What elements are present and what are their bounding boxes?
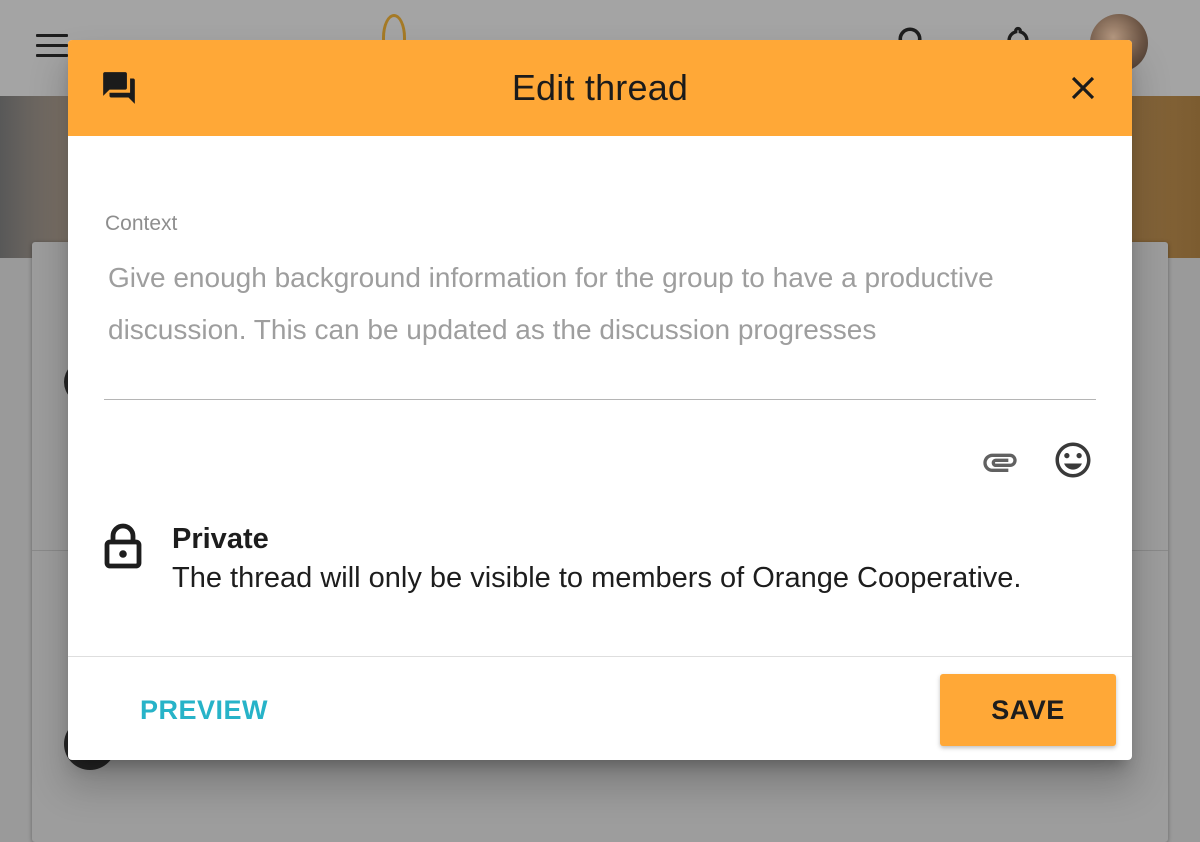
dialog-title: Edit thread	[511, 67, 689, 108]
context-label: Context	[105, 212, 178, 235]
preview-button[interactable]: PREVIEW	[130, 688, 278, 732]
context-input[interactable]	[104, 248, 1096, 400]
attachment-icon[interactable]	[980, 442, 1020, 482]
dialog-header: Edit thread	[68, 40, 1132, 136]
privacy-description: The thread will only be visible to membe…	[172, 562, 1022, 594]
save-button[interactable]: SAVE	[940, 674, 1116, 746]
edit-thread-dialog: Edit thread Context Private The thread w…	[68, 40, 1132, 760]
lock-icon	[104, 523, 142, 569]
menu-icon[interactable]	[36, 34, 68, 58]
close-icon[interactable]	[1064, 69, 1102, 107]
emoji-icon[interactable]	[1052, 439, 1094, 481]
privacy-title: Private	[172, 523, 269, 555]
footer-divider	[68, 656, 1132, 657]
